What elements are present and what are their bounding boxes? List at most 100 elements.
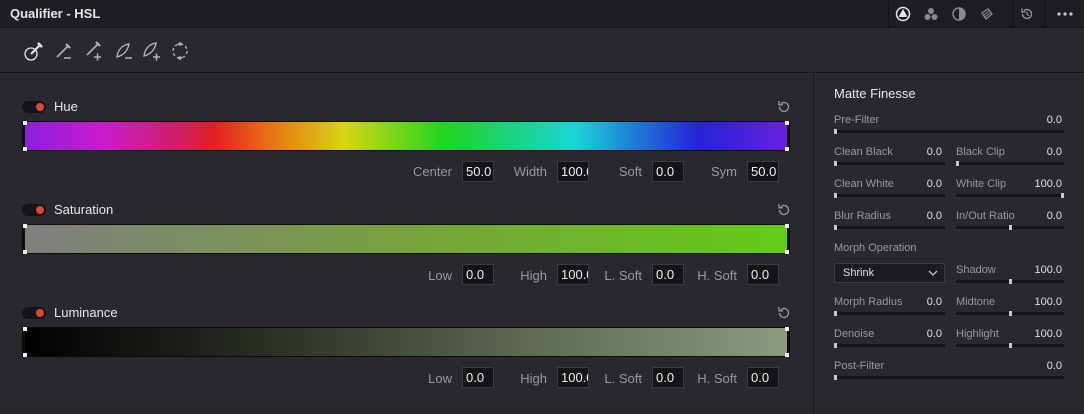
black-clip-value[interactable]: 0.0	[1016, 146, 1062, 158]
3d-mode-icon[interactable]	[973, 0, 1001, 28]
hue-soft-field[interactable]: 0.0	[652, 161, 684, 182]
picker-icon[interactable]	[22, 39, 46, 63]
hue-center-label: Center	[412, 164, 452, 179]
clean-white-label: Clean White	[834, 178, 894, 190]
morph-radius-slider[interactable]	[834, 311, 945, 316]
saturation-low-field[interactable]: 0.0	[462, 264, 494, 285]
midtone-label: Midtone	[956, 296, 996, 308]
history-group	[1012, 0, 1041, 28]
hue-reset-icon[interactable]	[776, 99, 792, 115]
luminance-lsoft-field[interactable]: 0.0	[652, 367, 684, 388]
luminance-high-field[interactable]: 100.0	[557, 367, 589, 388]
hue-label: Hue	[54, 99, 78, 114]
luminance-low-field[interactable]: 0.0	[462, 367, 494, 388]
denoise-label: Denoise	[834, 328, 875, 340]
clean-black-slider[interactable]	[834, 161, 945, 166]
saturation-hsoft-field[interactable]: 0.0	[747, 264, 779, 285]
hue-soft-label: Soft	[618, 164, 642, 179]
luminance-hsoft-field[interactable]: 0.0	[747, 367, 779, 388]
inout-ratio-value[interactable]: 0.0	[1016, 210, 1062, 222]
post-filter-label: Post-Filter	[834, 360, 885, 372]
mode-icon-group	[888, 0, 1001, 28]
white-clip-slider[interactable]	[956, 193, 1064, 198]
saturation-hsoft-label: H. Soft	[697, 268, 737, 283]
highlight-icon[interactable]	[168, 39, 192, 63]
shadow-slider[interactable]	[956, 279, 1064, 284]
luminance-low-label: Low	[428, 371, 452, 386]
blur-radius-slider[interactable]	[834, 225, 945, 230]
saturation-bar[interactable]	[22, 224, 790, 254]
qualifier-toolbar	[0, 29, 1084, 73]
feather-minus-icon[interactable]	[112, 39, 136, 63]
saturation-high-field[interactable]: 100.0	[557, 264, 589, 285]
saturation-toggle[interactable]	[22, 204, 46, 216]
post-filter-value[interactable]: 0.0	[1014, 360, 1062, 372]
saturation-label: Saturation	[54, 202, 114, 217]
title-bar: Qualifier - HSL	[0, 0, 1084, 28]
saturation-low-label: Low	[428, 268, 452, 283]
luminance-lsoft-label: L. Soft	[604, 371, 642, 386]
picker-plus-icon[interactable]	[82, 39, 106, 63]
pre-filter-value[interactable]: 0.0	[1014, 114, 1062, 126]
clean-white-slider[interactable]	[834, 193, 945, 198]
hue-sym-field[interactable]: 50.0	[747, 161, 779, 182]
blur-radius-value[interactable]: 0.0	[896, 210, 942, 222]
shadow-label: Shadow	[956, 264, 996, 276]
panel-title: Qualifier - HSL	[10, 6, 101, 21]
shadow-value[interactable]: 100.0	[1016, 264, 1062, 276]
hsl-qualifier-panel: Hue Center 50.0 Width 100.0 Soft 0.0 Sym…	[0, 74, 812, 414]
morph-operation-value: Shrink	[843, 267, 875, 279]
morph-operation-dropdown[interactable]: Shrink	[834, 263, 945, 283]
clean-black-value[interactable]: 0.0	[896, 146, 942, 158]
white-clip-label: White Clip	[956, 178, 1007, 190]
highlight-slider[interactable]	[956, 343, 1064, 348]
luminance-mode-icon[interactable]	[945, 0, 973, 28]
morph-radius-label: Morph Radius	[834, 296, 903, 308]
matte-finesse-panel: Matte Finesse Pre-Filter 0.0 Clean Black…	[813, 74, 1084, 414]
rgb-mode-icon[interactable]	[917, 0, 945, 28]
luminance-reset-icon[interactable]	[776, 305, 792, 321]
more-icon[interactable]	[1045, 0, 1084, 28]
hue-sym-label: Sym	[711, 164, 737, 179]
denoise-value[interactable]: 0.0	[896, 328, 942, 340]
inout-ratio-label: In/Out Ratio	[956, 210, 1015, 222]
midtone-slider[interactable]	[956, 311, 1064, 316]
luminance-bar[interactable]	[22, 327, 790, 357]
clean-white-value[interactable]: 0.0	[896, 178, 942, 190]
hue-bar[interactable]	[22, 121, 790, 151]
history-icon[interactable]	[1013, 0, 1041, 28]
feather-plus-icon[interactable]	[140, 39, 164, 63]
hue-center-field[interactable]: 50.0	[462, 161, 494, 182]
post-filter-slider[interactable]	[834, 375, 1064, 380]
hue-width-label: Width	[513, 164, 547, 179]
matte-finesse-title: Matte Finesse	[834, 86, 916, 101]
saturation-reset-icon[interactable]	[776, 202, 792, 218]
saturation-lsoft-field[interactable]: 0.0	[652, 264, 684, 285]
qualifier-mode-icon[interactable]	[889, 0, 917, 28]
luminance-label: Luminance	[54, 305, 118, 320]
denoise-slider[interactable]	[834, 343, 945, 348]
saturation-high-label: High	[520, 268, 547, 283]
more-group	[1044, 0, 1084, 28]
luminance-high-label: High	[520, 371, 547, 386]
hue-width-field[interactable]: 100.0	[557, 161, 589, 182]
midtone-value[interactable]: 100.0	[1016, 296, 1062, 308]
pre-filter-slider[interactable]	[834, 129, 1064, 134]
black-clip-slider[interactable]	[956, 161, 1064, 166]
clean-black-label: Clean Black	[834, 146, 893, 158]
white-clip-value[interactable]: 100.0	[1016, 178, 1062, 190]
saturation-lsoft-label: L. Soft	[604, 268, 642, 283]
inout-ratio-slider[interactable]	[956, 225, 1064, 230]
blur-radius-label: Blur Radius	[834, 210, 891, 222]
morph-operation-label: Morph Operation	[834, 242, 917, 254]
highlight-label: Highlight	[956, 328, 999, 340]
pre-filter-label: Pre-Filter	[834, 114, 880, 126]
chevron-down-icon	[928, 270, 938, 276]
picker-minus-icon[interactable]	[52, 39, 76, 63]
luminance-toggle[interactable]	[22, 307, 46, 319]
highlight-value[interactable]: 100.0	[1016, 328, 1062, 340]
black-clip-label: Black Clip	[956, 146, 1005, 158]
hue-toggle[interactable]	[22, 101, 46, 113]
morph-radius-value[interactable]: 0.0	[896, 296, 942, 308]
luminance-hsoft-label: H. Soft	[697, 371, 737, 386]
